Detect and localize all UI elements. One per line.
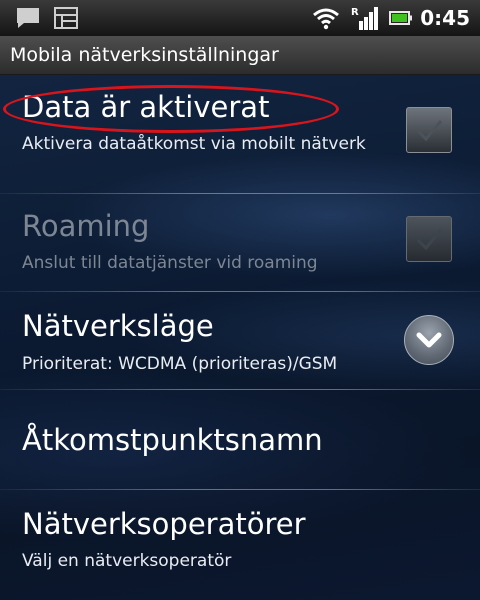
network-mode-dropdown-button[interactable] xyxy=(404,315,454,365)
clock: 0:45 xyxy=(420,6,470,30)
setting-summary: Aktivera dataåtkomst via mobilt nätverk xyxy=(22,134,366,154)
title-bar: Mobila nätverksinställningar xyxy=(0,36,480,75)
setting-title: Åtkomstpunktsnamn xyxy=(22,423,323,457)
settings-list: Data är aktiverat Aktivera dataåtkomst v… xyxy=(0,75,480,600)
setting-roaming[interactable]: Roaming Anslut till datatjänster vid roa… xyxy=(0,194,480,291)
setting-title: Nätverksoperatörer xyxy=(22,507,306,541)
setting-summary: Välj en nätverksoperatör xyxy=(22,551,232,571)
roaming-checkbox[interactable] xyxy=(406,216,452,262)
wifi-icon xyxy=(310,5,342,31)
battery-icon xyxy=(388,5,414,31)
signal-roaming-icon: R xyxy=(350,5,380,31)
roaming-label: R xyxy=(351,7,359,18)
setting-network-mode[interactable]: Nätverksläge Prioriterat: WCDMA (priorit… xyxy=(0,292,480,389)
gallery-icon xyxy=(52,5,80,31)
setting-title: Nätverksläge xyxy=(22,309,214,343)
page-title: Mobila nätverksinställningar xyxy=(10,44,279,66)
annotation-highlight-ellipse xyxy=(3,85,339,133)
checkmark-icon xyxy=(416,229,443,251)
setting-network-operators[interactable]: Nätverksoperatörer Välj en nätverksopera… xyxy=(0,490,480,600)
setting-summary: Anslut till datatjänster vid roaming xyxy=(22,253,318,273)
chevron-down-icon xyxy=(416,332,442,348)
data-enabled-checkbox[interactable] xyxy=(406,107,452,153)
setting-access-point-names[interactable]: Åtkomstpunktsnamn xyxy=(0,390,480,489)
checkmark-icon xyxy=(416,120,443,142)
setting-data-enabled[interactable]: Data är aktiverat Aktivera dataåtkomst v… xyxy=(0,75,480,193)
status-bar: R 0:45 xyxy=(0,0,480,36)
chat-icon xyxy=(14,5,42,31)
setting-summary: Prioriterat: WCDMA (prioriteras)/GSM xyxy=(22,354,338,374)
setting-title: Roaming xyxy=(22,209,150,243)
